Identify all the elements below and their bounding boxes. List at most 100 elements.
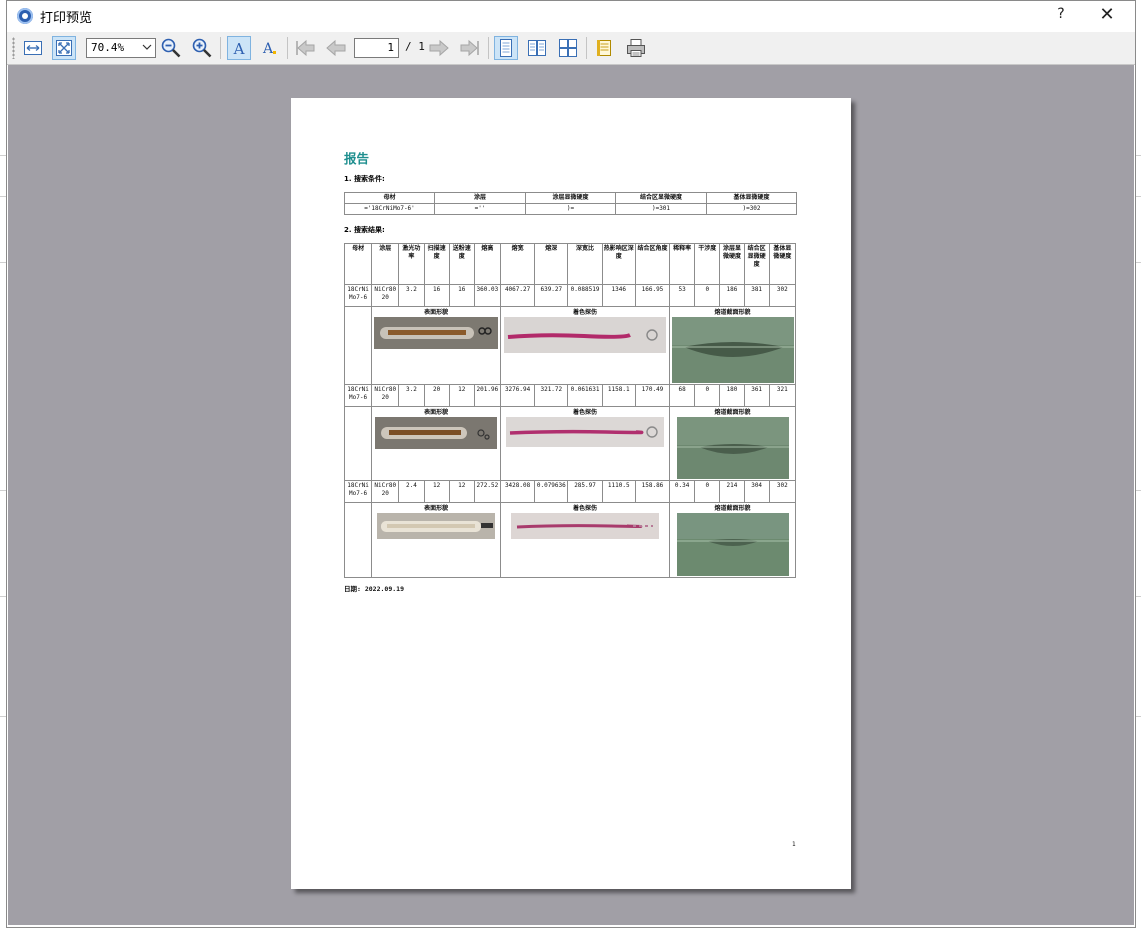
- close-button[interactable]: ✕: [1093, 4, 1121, 25]
- cell-dilution: 68: [669, 384, 696, 407]
- cell-melt-width: 4067.27: [499, 284, 536, 307]
- cell-coating-hardness: 214: [719, 480, 745, 503]
- fit-page-icon: [56, 40, 72, 56]
- section-search-criteria: 1. 搜索条件:: [344, 175, 385, 183]
- criteria-value: )=302: [706, 203, 797, 215]
- cross-section-image-cell: 熔道截面形貌: [669, 406, 796, 481]
- cell-laser-power: 3.2: [398, 284, 425, 307]
- cell-coating-hardness: 186: [719, 284, 745, 307]
- results-header: 结合区显微硬度: [743, 243, 770, 285]
- results-header: 熔高: [473, 243, 501, 285]
- cell-laser-power: 3.2: [398, 384, 425, 407]
- text-antialias-icon: A: [233, 40, 245, 58]
- toolbar-separator: [488, 37, 489, 59]
- cell-bond-hardness: 304: [743, 480, 770, 503]
- cell-bond-angle: 166.95: [634, 284, 671, 307]
- bg-divider: [1136, 262, 1141, 263]
- cell-base-material: 18CrNiMo7-6: [343, 480, 373, 503]
- four-page-button[interactable]: [556, 36, 580, 60]
- zoom-value: 70.4%: [91, 41, 125, 54]
- cell-haz-depth: 1158.1: [601, 384, 636, 407]
- results-table: 母材 涂层 激光功率 扫描速度 送粉速度 熔高 熔宽 熔深 深宽比 热影响区深度…: [343, 243, 797, 578]
- results-header: 熔深: [534, 243, 569, 285]
- results-header: 基体显微硬度: [768, 243, 797, 285]
- cell-melt-width: 3276.94: [499, 384, 536, 407]
- date-label: 日期:: [344, 585, 361, 593]
- cell-base-material: 18CrNiMo7-6: [343, 284, 373, 307]
- image-row: 表面形貌 着色探伤 熔道截面形貌: [343, 406, 796, 481]
- preview-area[interactable]: 报告 1. 搜索条件: 母材 涂层 涂层显微硬度 结合区显微硬度 基体显微硬度 …: [8, 65, 1134, 925]
- dye-penetrant-image: [506, 417, 665, 447]
- cell-bond-angle: 158.86: [634, 480, 671, 503]
- cell-base-material: 18CrNiMo7-6: [343, 384, 373, 407]
- last-page-button[interactable]: [458, 36, 482, 60]
- criteria-header: 母材: [344, 192, 435, 204]
- cross-section-image-cell: 熔道截面形貌: [669, 502, 796, 578]
- next-page-button[interactable]: [427, 36, 451, 60]
- help-button[interactable]: ?: [1049, 6, 1073, 22]
- cell-dilution: 0.34: [669, 480, 696, 503]
- caption-dye: 着色探伤: [573, 309, 598, 316]
- cell-bond-hardness: 381: [743, 284, 770, 307]
- bg-divider: [1136, 596, 1141, 597]
- zoom-select[interactable]: 70.4%: [86, 38, 156, 58]
- cell-coating: NiCr8020: [371, 284, 400, 307]
- svg-text:A: A: [233, 40, 245, 58]
- fit-page-button[interactable]: [52, 36, 76, 60]
- text-normal-button[interactable]: A: [257, 36, 281, 60]
- first-page-button[interactable]: [293, 36, 317, 60]
- fit-width-button[interactable]: [21, 36, 45, 60]
- image-row: 表面形貌 着色探伤 熔道截面形貌: [343, 306, 796, 385]
- criteria-header: 基体显微硬度: [706, 192, 797, 204]
- results-header: 结合区角度: [634, 243, 671, 285]
- results-header: 激光功率: [398, 243, 425, 285]
- caption-cross-section: 熔道截面形貌: [714, 505, 751, 512]
- bg-divider: [1136, 155, 1141, 156]
- cell-aspect-ratio: 285.97: [567, 480, 603, 503]
- cross-section-image: [676, 417, 789, 479]
- toolbar: 70.4% A A 1 / 1: [7, 32, 1135, 65]
- criteria-value: ='': [434, 203, 526, 215]
- page-total: / 1: [405, 40, 425, 53]
- criteria-table: 母材 涂层 涂层显微硬度 结合区显微硬度 基体显微硬度 ='18CrNiMo7-…: [344, 192, 797, 215]
- caption-cross-section: 熔道截面形貌: [714, 409, 751, 416]
- caption-cross-section: 熔道截面形貌: [714, 309, 751, 316]
- zoom-out-icon: [161, 38, 181, 58]
- surface-image-cell: 表面形貌: [371, 502, 501, 578]
- single-page-button[interactable]: [494, 36, 518, 60]
- page-number: 1: [792, 841, 796, 848]
- toolbar-grip[interactable]: [12, 37, 15, 59]
- cell-substrate-hardness: 321: [768, 384, 797, 407]
- criteria-header: 涂层显微硬度: [525, 192, 616, 204]
- cell-scan-speed: 20: [423, 384, 450, 407]
- dye-image-cell: 着色探伤: [499, 306, 671, 385]
- caption-dye: 着色探伤: [573, 409, 598, 416]
- two-page-button[interactable]: [525, 36, 549, 60]
- toolbar-separator: [586, 37, 587, 59]
- print-button[interactable]: [624, 36, 648, 60]
- text-antialias-button[interactable]: A: [227, 36, 251, 60]
- report-page: 报告 1. 搜索条件: 母材 涂层 涂层显微硬度 结合区显微硬度 基体显微硬度 …: [291, 98, 851, 889]
- cell-haz-depth: 1110.5: [601, 480, 636, 503]
- cell-interference: 0: [694, 284, 721, 307]
- cell-aspect-ratio: 0.061631: [567, 384, 603, 407]
- criteria-header: 结合区显微硬度: [615, 192, 707, 204]
- image-row: 表面形貌 着色探伤 熔道截面形貌: [343, 502, 796, 578]
- results-header: 热影响区深度: [601, 243, 636, 285]
- cell-feed-speed: 16: [448, 284, 475, 307]
- zoom-in-button[interactable]: [190, 36, 214, 60]
- page-setup-button[interactable]: [593, 36, 617, 60]
- first-page-icon: [296, 39, 315, 57]
- cell-melt-width: 3428.08: [499, 480, 536, 503]
- zoom-out-button[interactable]: [159, 36, 183, 60]
- cell-interference: 0: [694, 480, 721, 503]
- page-number-input[interactable]: 1: [354, 38, 399, 58]
- zoom-in-icon: [192, 38, 212, 58]
- svg-text:A: A: [262, 41, 274, 57]
- caption-dye: 着色探伤: [573, 505, 598, 512]
- image-row-spacer: [343, 306, 373, 385]
- caption-surface: 表面形貌: [424, 505, 449, 512]
- cell-substrate-hardness: 302: [768, 284, 797, 307]
- prev-page-button[interactable]: [324, 36, 348, 60]
- results-header: 深宽比: [567, 243, 603, 285]
